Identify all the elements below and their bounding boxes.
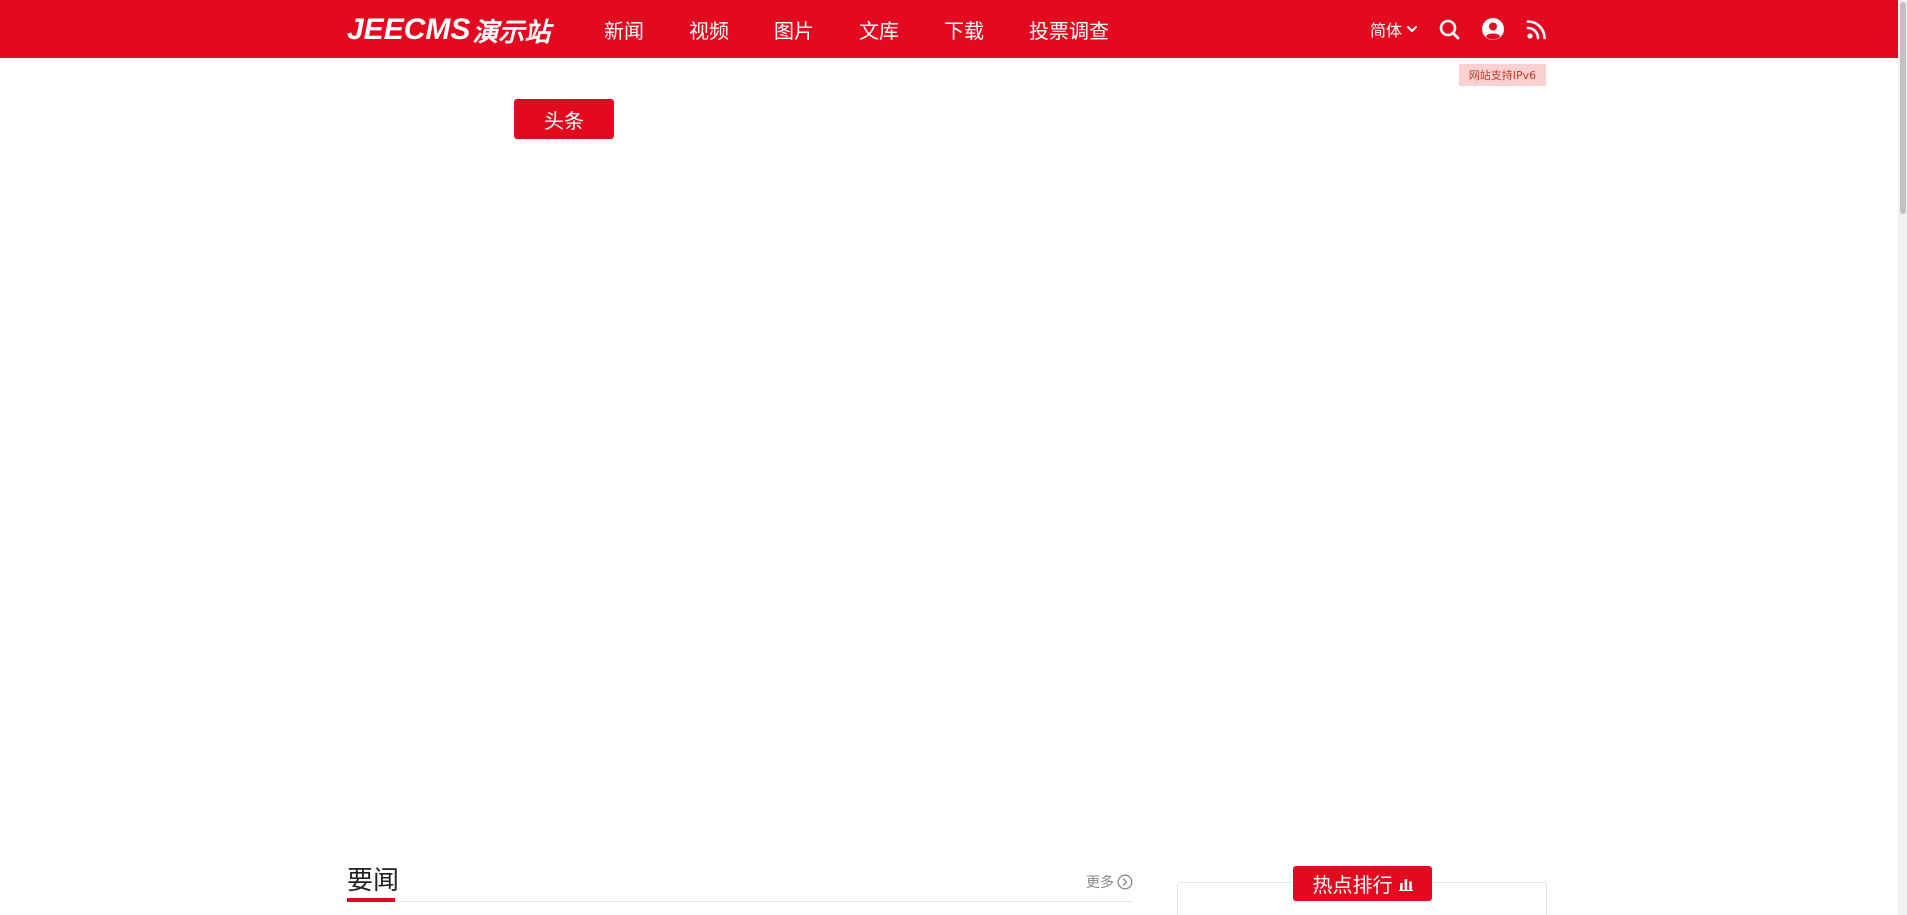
ipv6-support-badge: 网站支持IPv6 <box>1459 64 1546 86</box>
bar-chart-icon <box>1398 878 1413 891</box>
main-nav: 新闻 视频 图片 文库 下载 投票调查 <box>604 0 1154 58</box>
headline-tab[interactable]: 头条 <box>514 99 614 139</box>
nav-item-video[interactable]: 视频 <box>689 15 729 44</box>
header-tools: 简体 <box>1370 0 1550 58</box>
logo-text-cjk: 演示站 <box>472 17 551 48</box>
news-section-header: 要闻 更多 <box>347 860 1133 908</box>
chevron-down-icon <box>1407 26 1418 32</box>
rss-button[interactable] <box>1524 16 1550 42</box>
search-button[interactable] <box>1436 16 1462 42</box>
page: JEECMS 演示站 新闻 视频 图片 文库 下载 投票调查 简体 网站支持IP… <box>0 0 1907 915</box>
nav-item-library[interactable]: 文库 <box>859 15 899 44</box>
user-button[interactable] <box>1480 16 1506 42</box>
language-select-label: 简体 <box>1370 21 1403 40</box>
nav-item-vote-survey[interactable]: 投票调查 <box>1029 15 1109 44</box>
hot-ranking-label: 热点排行 <box>1312 873 1393 897</box>
logo-text-latin: JEECMS <box>347 13 471 46</box>
rss-icon <box>1526 20 1546 40</box>
search-icon <box>1439 19 1460 40</box>
more-link-label: 更多 <box>1086 875 1114 891</box>
more-link[interactable]: 更多 <box>1086 872 1133 892</box>
user-icon <box>1482 18 1505 40</box>
section-divider <box>347 901 1133 902</box>
top-header-bar: JEECMS 演示站 新闻 视频 图片 文库 下载 投票调查 简体 <box>0 0 1898 58</box>
nav-item-download[interactable]: 下载 <box>944 15 984 44</box>
hot-ranking-tab[interactable]: 热点排行 <box>1293 866 1432 901</box>
site-logo[interactable]: JEECMS 演示站 <box>347 10 550 50</box>
scrollbar-thumb[interactable] <box>1900 2 1906 214</box>
nav-item-news[interactable]: 新闻 <box>604 15 644 44</box>
nav-item-pictures[interactable]: 图片 <box>774 15 814 44</box>
language-select[interactable]: 简体 <box>1370 17 1418 41</box>
section-title: 要闻 <box>347 866 400 896</box>
section-title-underline <box>347 898 395 902</box>
chevron-right-circle-icon <box>1117 874 1133 890</box>
